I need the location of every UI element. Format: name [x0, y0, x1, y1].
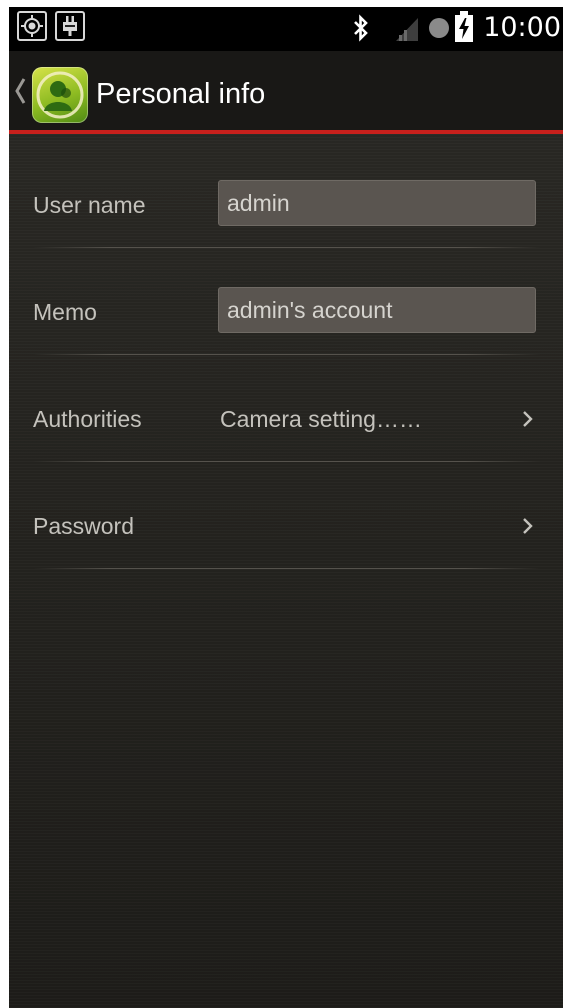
password-label: Password — [33, 513, 134, 539]
authorities-value: Camera setting…… — [220, 406, 422, 432]
user-name-label: User name — [33, 192, 146, 218]
chevron-right-icon — [523, 518, 533, 534]
battery-charging-icon — [455, 11, 473, 42]
chevron-right-icon — [523, 411, 533, 427]
row-divider — [33, 461, 541, 462]
user-avatar-icon[interactable] — [32, 67, 88, 123]
bluetooth-icon — [354, 14, 368, 42]
authorities-label: Authorities — [33, 406, 142, 432]
page-title: Personal info — [96, 78, 266, 110]
status-bar: 10:00 — [9, 7, 563, 51]
usb-debug-icon — [55, 11, 85, 41]
user-name-field[interactable]: admin — [218, 180, 536, 226]
row-divider — [33, 354, 541, 355]
record-dot-icon — [429, 18, 449, 38]
status-time: 10:00 — [483, 12, 561, 43]
chevron-left-icon[interactable] — [13, 75, 27, 107]
memo-label: Memo — [33, 299, 97, 325]
row-divider — [33, 568, 541, 569]
action-bar — [9, 51, 563, 131]
memo-field[interactable]: admin's account — [218, 287, 536, 333]
phone-screen: 10:00 Personal info User name admin Memo… — [9, 7, 563, 1008]
signal-icon — [396, 18, 418, 41]
gps-icon — [17, 11, 47, 41]
action-bar-accent-line — [9, 130, 563, 134]
row-divider — [33, 247, 541, 248]
